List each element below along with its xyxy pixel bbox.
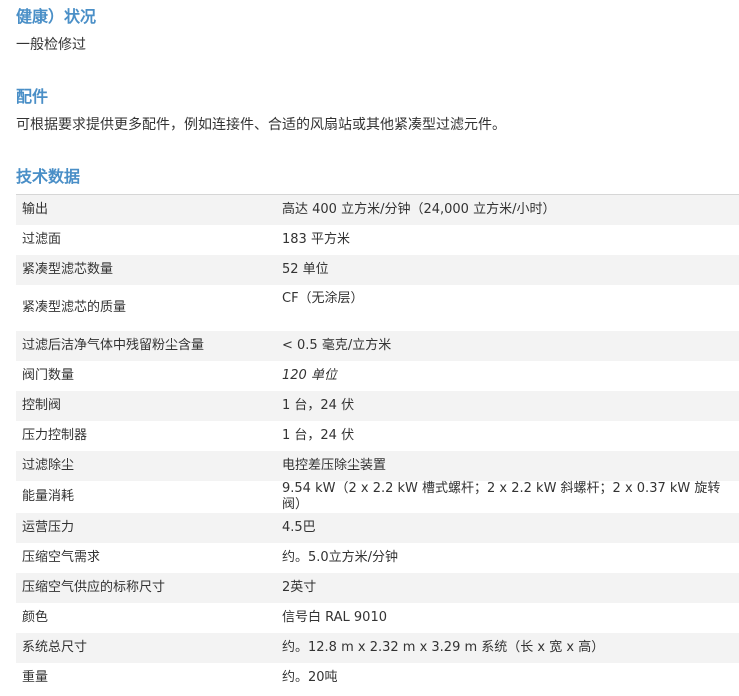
table-row: 过滤后洁净气体中残留粉尘含量 < 0.5 毫克/立方米 [16, 331, 739, 361]
spec-label: 阀门数量 [16, 361, 276, 391]
table-row: 能量消耗 9.54 kW（2 x 2.2 kW 槽式螺杆；2 x 2.2 kW … [16, 481, 739, 513]
accessories-section-title: 配件 [16, 87, 49, 106]
spec-label: 颜色 [16, 603, 276, 633]
spec-value: 183 平方米 [276, 225, 739, 255]
table-row: 压缩空气需求 约。5.0立方米/分钟 [16, 543, 739, 573]
spec-label: 过滤后洁净气体中残留粉尘含量 [16, 331, 276, 361]
table-row: 压缩空气供应的标称尺寸 2英寸 [16, 573, 739, 603]
spec-value: 约。12.8 m x 2.32 m x 3.29 m 系统（长 x 宽 x 高） [276, 633, 739, 663]
spec-value: 信号白 RAL 9010 [276, 603, 739, 633]
table-row: 过滤面 183 平方米 [16, 225, 739, 255]
spec-value: 2英寸 [276, 573, 739, 603]
spec-label: 输出 [16, 194, 276, 225]
table-row: 阀门数量 120 单位 [16, 361, 739, 391]
spec-label: 紧凑型滤芯数量 [16, 255, 276, 285]
table-row: 颜色 信号白 RAL 9010 [16, 603, 739, 633]
table-row: 控制阀 1 台，24 伏 [16, 391, 739, 421]
spec-label: 压缩空气供应的标称尺寸 [16, 573, 276, 603]
spec-label: 控制阀 [16, 391, 276, 421]
spec-label: 过滤面 [16, 225, 276, 255]
spec-value: 52 单位 [276, 255, 739, 285]
tech-data-table: 输出 高达 400 立方米/分钟（24,000 立方米/小时） 过滤面 183 … [16, 194, 739, 693]
table-row: 系统总尺寸 约。12.8 m x 2.32 m x 3.29 m 系统（长 x … [16, 633, 739, 663]
table-row: 运营压力 4.5巴 [16, 513, 739, 543]
table-row: 紧凑型滤芯数量 52 单位 [16, 255, 739, 285]
spec-label: 运营压力 [16, 513, 276, 543]
spec-label: 系统总尺寸 [16, 633, 276, 663]
spec-label: 能量消耗 [16, 481, 276, 513]
table-row: 输出 高达 400 立方米/分钟（24,000 立方米/小时） [16, 194, 739, 225]
spec-label: 压力控制器 [16, 421, 276, 451]
tech-data-section-title: 技术数据 [16, 167, 81, 186]
table-row: 紧凑型滤芯的质量 CF（无涂层） [16, 285, 739, 331]
health-section-text: 一般检修过 [16, 37, 86, 53]
spec-value: 4.5巴 [276, 513, 739, 543]
spec-value: 约。5.0立方米/分钟 [276, 543, 739, 573]
spec-value: 高达 400 立方米/分钟（24,000 立方米/小时） [276, 194, 739, 225]
table-row: 重量 约。20吨 [16, 663, 739, 693]
spec-label: 压缩空气需求 [16, 543, 276, 573]
spec-value: 1 台，24 伏 [276, 391, 739, 421]
spec-label: 过滤除尘 [16, 451, 276, 481]
spec-value: < 0.5 毫克/立方米 [276, 331, 739, 361]
spec-value: CF（无涂层） [276, 285, 739, 331]
health-section-title: 健康）状况 [16, 7, 97, 26]
table-row: 过滤除尘 电控差压除尘装置 [16, 451, 739, 481]
spec-value: 9.54 kW（2 x 2.2 kW 槽式螺杆；2 x 2.2 kW 斜螺杆；2… [276, 481, 739, 513]
table-row: 压力控制器 1 台，24 伏 [16, 421, 739, 451]
spec-label: 紧凑型滤芯的质量 [16, 285, 276, 331]
spec-value: 1 台，24 伏 [276, 421, 739, 451]
spec-value: 电控差压除尘装置 [276, 451, 739, 481]
spec-value: 120 单位 [276, 361, 739, 391]
spec-label: 重量 [16, 663, 276, 693]
spec-value: 约。20吨 [276, 663, 739, 693]
accessories-section-text: 可根据要求提供更多配件，例如连接件、合适的风扇站或其他紧凑型过滤元件。 [16, 117, 506, 133]
